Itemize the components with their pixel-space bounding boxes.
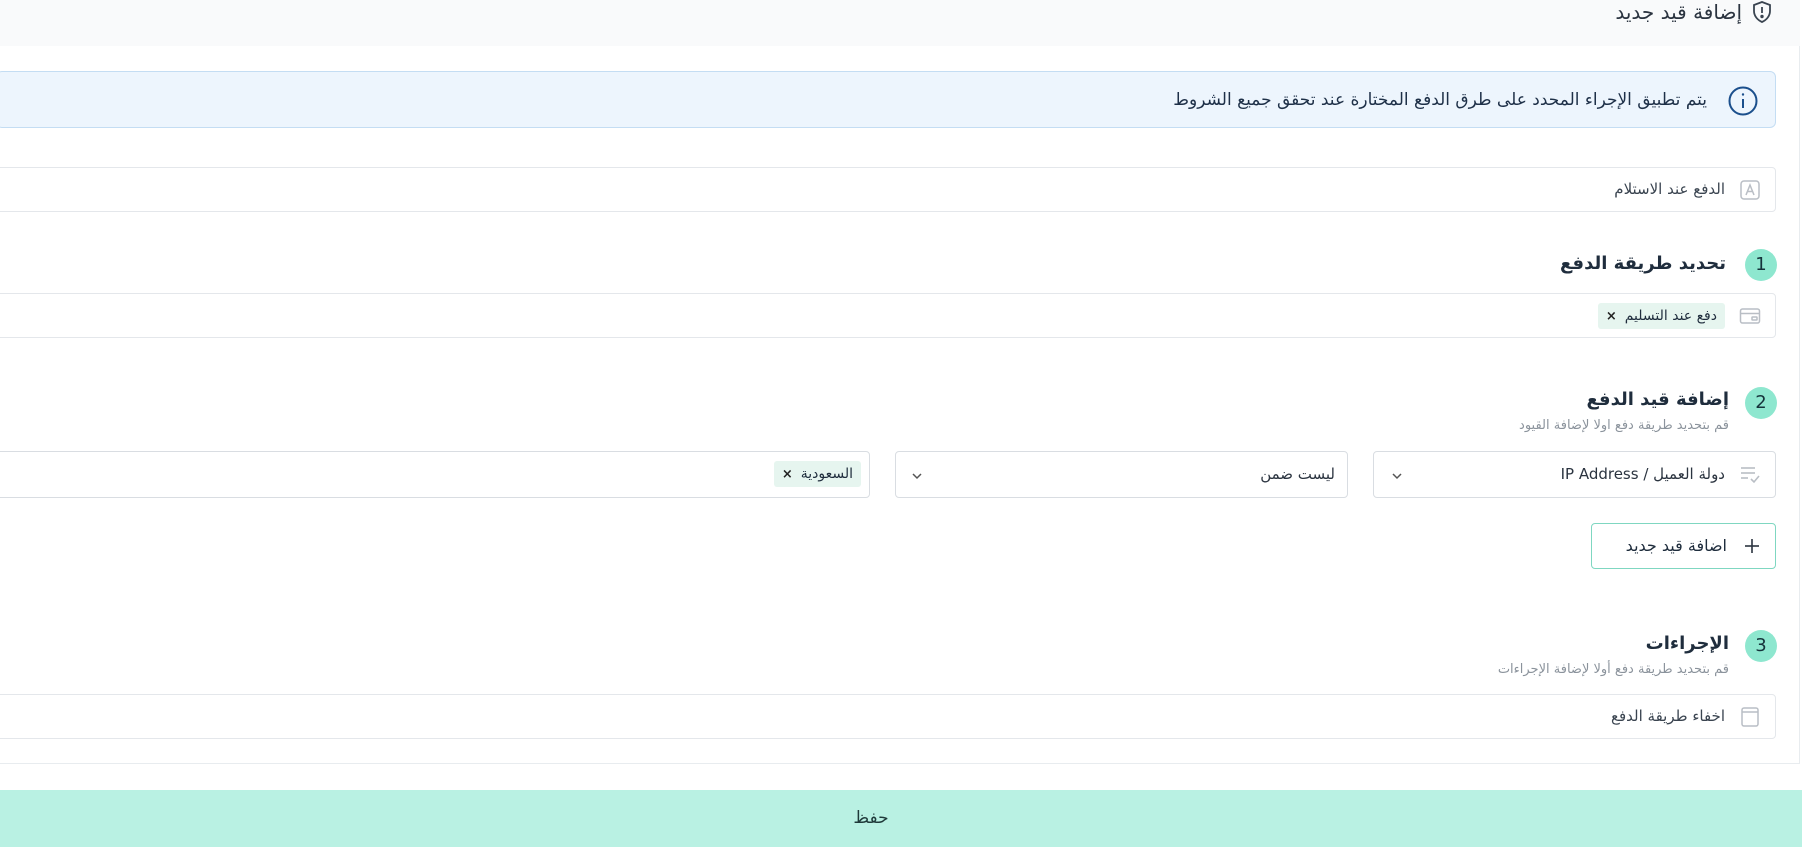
- page-header: إضافة قيد جديد: [0, 0, 1800, 46]
- action-value: اخفاء طريقة الدفع: [1611, 707, 1725, 725]
- step-2-title: إضافة قيد الدفع: [1586, 389, 1730, 410]
- condition-operator-value: ليست ضمن: [1260, 465, 1335, 483]
- remove-chip-icon[interactable]: ×: [782, 467, 793, 482]
- text-field-icon: [1739, 179, 1761, 201]
- save-button[interactable]: حفظ: [0, 790, 1802, 847]
- chevron-down-icon: [1390, 468, 1404, 482]
- condition-field-select[interactable]: دولة العميل / IP Address: [1373, 451, 1776, 498]
- condition-value-chip: السعودية ×: [773, 461, 861, 487]
- rule-name-value: الدفع عند الاستلام: [1614, 180, 1725, 198]
- step-2-badge: 2: [1745, 387, 1777, 419]
- save-label: حفظ: [853, 808, 889, 828]
- document-icon: [1739, 706, 1761, 728]
- step-3-title: الإجراءات: [1645, 633, 1729, 654]
- chevron-down-icon: [910, 468, 924, 482]
- step-1-title: تحديد طريقة الدفع: [1559, 253, 1726, 274]
- form-panel: إضافة قيد جديد يتم تطبيق الإجراء المحدد …: [0, 0, 1800, 764]
- step-3-badge: 3: [1745, 630, 1777, 662]
- payment-method-chip-label: دفع عند التسليم: [1624, 308, 1717, 324]
- plus-icon: [1741, 535, 1763, 557]
- remove-chip-icon[interactable]: ×: [1606, 309, 1617, 324]
- add-condition-label: اضافة قيد جديد: [1625, 536, 1727, 555]
- step-2-subtitle: قم بتحديد طريقة دفع اولا لإضافة القيود: [1519, 418, 1729, 433]
- credit-card-icon: [1739, 305, 1761, 327]
- step-1-badge: 1: [1745, 249, 1777, 281]
- info-banner: يتم تطبيق الإجراء المحدد على طرق الدفع ا…: [0, 71, 1776, 128]
- condition-field-value: دولة العميل / IP Address: [1560, 465, 1725, 483]
- action-select[interactable]: اخفاء طريقة الدفع: [0, 694, 1776, 739]
- step-3-subtitle: قم بتحديد طريقة دفع أولا لإضافة الإجراءا…: [1497, 662, 1729, 677]
- info-text: يتم تطبيق الإجراء المحدد على طرق الدفع ا…: [1173, 90, 1707, 110]
- add-condition-button[interactable]: اضافة قيد جديد: [1591, 523, 1776, 569]
- condition-value-chip-label: السعودية: [800, 466, 853, 482]
- payment-method-select[interactable]: دفع عند التسليم ×: [0, 293, 1776, 338]
- shield-alert-icon: [1750, 0, 1774, 24]
- info-circle-icon: [1727, 85, 1759, 117]
- condition-value-select[interactable]: السعودية ×: [0, 451, 870, 498]
- rule-name-field[interactable]: الدفع عند الاستلام: [0, 167, 1776, 212]
- payment-method-chip: دفع عند التسليم ×: [1597, 303, 1725, 329]
- checklist-icon: [1739, 463, 1761, 485]
- condition-operator-select[interactable]: ليست ضمن: [895, 451, 1348, 498]
- page-title: إضافة قيد جديد: [1615, 0, 1742, 24]
